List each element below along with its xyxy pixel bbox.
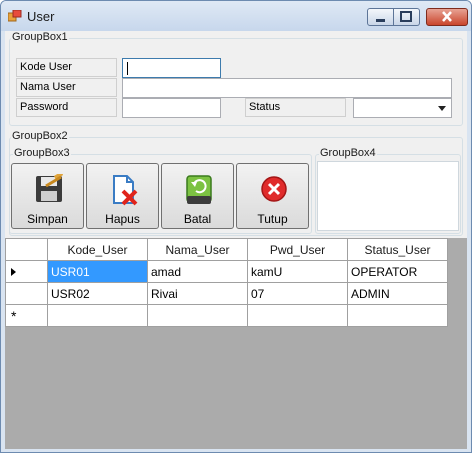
tutup-button[interactable]: Tutup (236, 163, 309, 229)
row-header[interactable] (5, 282, 48, 305)
new-row-marker: * (5, 304, 48, 327)
column-header-status-user[interactable]: Status_User (347, 238, 448, 261)
user-data-grid[interactable]: Kode_User Nama_User Pwd_User Status_User… (5, 238, 467, 449)
table-row[interactable]: USR02 Rivai 07 ADMIN (5, 282, 448, 305)
table-cell[interactable]: OPERATOR (347, 260, 448, 283)
groupbox4-title: GroupBox4 (319, 147, 377, 159)
current-row-pointer-icon (11, 267, 16, 276)
row-header[interactable] (5, 260, 48, 283)
batal-button[interactable]: Batal (161, 163, 234, 229)
table-cell[interactable] (347, 304, 448, 327)
column-header-nama-user[interactable]: Nama_User (147, 238, 248, 261)
groupbox2-title: GroupBox2 (11, 130, 69, 142)
text-caret (127, 62, 128, 75)
table-cell[interactable] (147, 304, 248, 327)
status-label: Status (245, 98, 346, 117)
nama-user-field[interactable] (122, 78, 452, 98)
close-button[interactable] (426, 8, 468, 26)
form-client-area: GroupBox1 Kode User Nama User Password S… (5, 31, 467, 449)
column-header-pwd-user[interactable]: Pwd_User (247, 238, 348, 261)
nama-user-label: Nama User (16, 78, 117, 97)
row-header-corner (5, 238, 48, 261)
table-cell[interactable]: USR01 (47, 260, 148, 283)
simpan-label: Simpan (27, 212, 68, 226)
table-cell[interactable]: USR02 (47, 282, 148, 305)
maximize-button[interactable] (394, 8, 420, 26)
maximize-icon (400, 11, 412, 22)
undo-drive-icon (186, 175, 212, 204)
kode-user-field[interactable] (122, 58, 221, 78)
close-circle-icon (261, 176, 287, 202)
groupbox1-title: GroupBox1 (11, 31, 69, 43)
minimize-button[interactable] (367, 8, 394, 26)
title-bar[interactable]: User (1, 1, 471, 31)
simpan-button[interactable]: Simpan (11, 163, 84, 229)
tutup-label: Tutup (257, 212, 288, 226)
chevron-down-icon (438, 106, 446, 111)
user-form-icon (8, 10, 22, 22)
close-icon (442, 11, 452, 22)
table-cell[interactable]: Rivai (147, 282, 248, 305)
delete-document-icon (113, 175, 138, 206)
batal-label: Batal (183, 212, 212, 226)
password-field[interactable] (122, 98, 221, 118)
password-label: Password (16, 98, 117, 117)
user-table: Kode_User Nama_User Pwd_User Status_User… (5, 238, 448, 327)
groupbox3-title: GroupBox3 (13, 147, 71, 159)
table-header-row: Kode_User Nama_User Pwd_User Status_User (5, 238, 448, 261)
table-cell[interactable]: amad (147, 260, 248, 283)
hapus-button[interactable]: Hapus (86, 163, 159, 229)
user-window: User GroupBox1 Kode User Nama User Passw… (0, 0, 472, 453)
table-cell[interactable]: 07 (247, 282, 348, 305)
table-cell[interactable] (247, 304, 348, 327)
table-cell[interactable]: kamU (247, 260, 348, 283)
groupbox4-content (317, 161, 459, 231)
table-row[interactable]: USR01 amad kamU OPERATOR (5, 260, 448, 283)
table-cell[interactable]: ADMIN (347, 282, 448, 305)
window-title: User (27, 9, 55, 24)
status-dropdown[interactable] (353, 98, 452, 118)
minimize-icon (376, 19, 385, 22)
new-table-row[interactable]: * (5, 304, 448, 327)
column-header-kode-user[interactable]: Kode_User (47, 238, 148, 261)
kode-user-label: Kode User (16, 58, 117, 77)
table-cell[interactable] (47, 304, 148, 327)
floppy-disk-icon (36, 174, 63, 202)
hapus-label: Hapus (105, 212, 140, 226)
